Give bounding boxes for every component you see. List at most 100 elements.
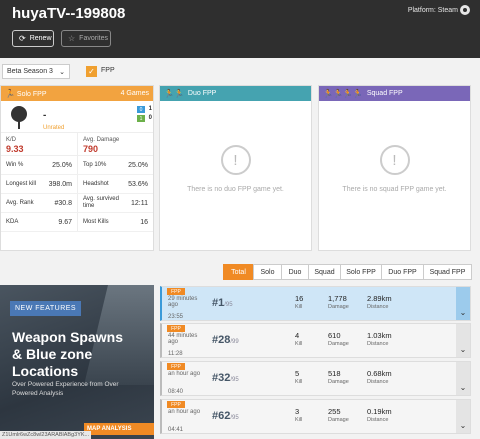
rank-total: /95 xyxy=(230,377,239,383)
profile-header: huyaTV--199808 Platform: Steam ⟳ Renew ☆… xyxy=(0,0,480,58)
kd-damage-row: K/D 9.33 Avg. Damage 790 xyxy=(1,133,153,156)
damage-label: Damage xyxy=(328,379,349,385)
chevron-down-icon[interactable]: ⌄ xyxy=(456,362,470,395)
steam-icon xyxy=(460,5,470,15)
damage-value: 610 xyxy=(328,331,341,340)
rank-value: #32 xyxy=(212,372,231,384)
stat-value: 9.67 xyxy=(58,218,72,226)
match-time-ago: 29 minutes ago xyxy=(168,296,198,308)
chevron-down-icon[interactable]: ⌄ xyxy=(456,287,470,320)
ad-banner[interactable]: NEW FEATURES Weapon Spawns & Blue zone L… xyxy=(0,285,154,439)
distance-label: Distance xyxy=(367,379,389,385)
match-row[interactable]: FPP 29 minutes ago 23:55 #1/95 16 Kill 1… xyxy=(160,286,471,321)
kills-label: Kill xyxy=(295,304,303,310)
badge-value: 0 xyxy=(148,115,152,121)
chevron-down-icon: ⌄ xyxy=(59,68,65,76)
stat-row: Longest kill 398.0m Headshot 53.6% xyxy=(1,175,153,194)
runners-icon: 🏃🏃 xyxy=(164,89,184,98)
solo-fpp-card: 🏃 Solo FPP 4 Games - Unrated 0 1 1 0 K/D… xyxy=(0,85,154,251)
renew-button[interactable]: ⟳ Renew xyxy=(12,30,54,47)
season-select[interactable]: Beta Season 3 ⌄ xyxy=(2,64,70,79)
tier-value: - xyxy=(43,110,47,121)
tab-squad-fpp[interactable]: Squad FPP xyxy=(423,264,472,280)
ad-tag: NEW FEATURES xyxy=(10,301,82,316)
stat-label: Avg. survived time xyxy=(83,196,119,209)
mode-badge: FPP xyxy=(167,401,185,408)
chevron-down-icon[interactable]: ⌄ xyxy=(456,324,470,357)
match-duration: 08:40 xyxy=(168,389,184,395)
solo-games-count: 4 Games xyxy=(120,90,149,97)
mode-badge: FPP xyxy=(167,325,185,332)
stat-value: 398.0m xyxy=(48,180,72,188)
rank-total: /99 xyxy=(230,339,239,345)
distance-label: Distance xyxy=(367,341,389,347)
fpp-checkbox[interactable]: ✓ xyxy=(86,66,97,77)
squad-title: Squad FPP xyxy=(366,90,403,97)
fpp-label: FPP xyxy=(101,67,115,74)
distance-value: 1.03km xyxy=(367,331,392,340)
mode-badge: FPP xyxy=(167,363,185,370)
kills-value: 5 xyxy=(295,369,300,378)
match-duration: 23:55 xyxy=(168,314,184,320)
chevron-down-icon[interactable]: ⌄ xyxy=(456,400,470,433)
ad-title: Weapon Spawns & Blue zone Locations xyxy=(12,329,123,379)
tab-duo-fpp[interactable]: Duo FPP xyxy=(381,264,424,280)
tab-total[interactable]: Total xyxy=(223,264,254,280)
rank-total: /95 xyxy=(230,415,239,421)
kd-value: 9.33 xyxy=(6,144,24,154)
damage-value: 1,778 xyxy=(328,294,347,303)
match-time-ago: 44 minutes ago xyxy=(168,333,198,345)
runners-icon: 🏃🏃🏃🏃 xyxy=(323,89,363,98)
stat-row: KDA 9.67 Most Kills 16 xyxy=(1,213,153,232)
kills-label: Kill xyxy=(295,341,303,347)
match-rank: #28/99 xyxy=(212,334,239,346)
kills-value: 3 xyxy=(295,407,300,416)
match-row[interactable]: FPP an hour ago 04:41 #62/95 3 Kill 255 … xyxy=(160,399,471,434)
ad-subtitle: Over Powered Experience from Over Powere… xyxy=(12,381,119,397)
stat-label: Most Kills xyxy=(83,219,109,225)
match-time-ago: an hour ago xyxy=(168,371,201,377)
match-row[interactable]: FPP 44 minutes ago 11:28 #28/99 4 Kill 6… xyxy=(160,323,471,358)
match-row[interactable]: FPP an hour ago 08:40 #32/95 5 Kill 518 … xyxy=(160,361,471,396)
distance-value: 0.19km xyxy=(367,407,392,416)
stat-label: Top 10% xyxy=(83,162,107,168)
rank-value: #62 xyxy=(212,410,231,422)
damage-label: Avg. Damage xyxy=(83,137,120,143)
squad-fpp-card: 🏃🏃🏃🏃 Squad FPP ! There is no squad FPP g… xyxy=(318,85,471,251)
season-value: Beta Season 3 xyxy=(7,68,53,75)
stat-label: Win % xyxy=(6,162,24,168)
badge-icon: 0 xyxy=(137,106,145,113)
kills-label: Kill xyxy=(295,379,303,385)
renew-label: Renew xyxy=(29,35,52,42)
favorites-label: Favorites xyxy=(79,35,108,42)
tier-section: - Unrated 0 1 1 0 xyxy=(1,101,153,133)
stat-value: 25.0% xyxy=(128,161,148,169)
tab-squad[interactable]: Squad xyxy=(308,264,341,280)
tier-name: Unrated xyxy=(43,125,65,131)
stat-row: Win % 25.0% Top 10% 25.0% xyxy=(1,156,153,175)
kills-value: 4 xyxy=(295,331,300,340)
stat-label: KDA xyxy=(6,219,19,225)
alert-icon: ! xyxy=(379,145,410,175)
match-rank: #62/95 xyxy=(212,410,239,422)
duo-fpp-card: 🏃🏃 Duo FPP ! There is no duo FPP game ye… xyxy=(159,85,312,251)
tab-duo[interactable]: Duo xyxy=(281,264,309,280)
tab-solo-fpp[interactable]: Solo FPP xyxy=(340,264,382,280)
distance-value: 0.68km xyxy=(367,369,392,378)
damage-value: 255 xyxy=(328,407,341,416)
solo-fpp-header: 🏃 Solo FPP 4 Games xyxy=(1,86,153,101)
platform-label: Platform: Steam xyxy=(407,7,458,14)
distance-value: 2.89km xyxy=(367,294,392,303)
squad-empty-message: There is no squad FPP game yet. xyxy=(342,186,447,193)
favorites-button[interactable]: ☆ Favorites xyxy=(61,30,111,47)
ad-cta-label: MAP ANALYSIS xyxy=(87,426,132,432)
rank-value: #28 xyxy=(212,334,231,346)
tab-solo[interactable]: Solo xyxy=(253,264,282,280)
kills-value: 16 xyxy=(295,294,304,303)
match-time-ago: an hour ago xyxy=(168,409,201,415)
stat-value: #30.8 xyxy=(54,199,72,207)
kills-label: Kill xyxy=(295,417,303,423)
stat-label: Headshot xyxy=(83,181,109,187)
star-icon: ☆ xyxy=(68,34,76,43)
damage-value: 518 xyxy=(328,369,341,378)
